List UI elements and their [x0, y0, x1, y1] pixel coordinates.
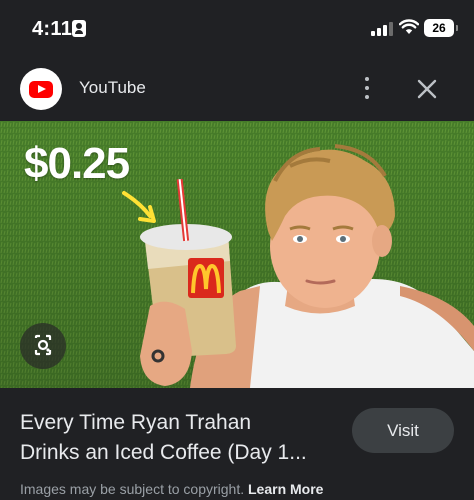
status-time: 4:11: [32, 18, 73, 40]
source-name[interactable]: YouTube: [79, 78, 146, 98]
youtube-play-icon: [29, 81, 53, 98]
preview-image[interactable]: $0.25: [0, 121, 474, 388]
copyright-notice: Images may be subject to copyright. Lear…: [20, 481, 323, 497]
battery-cap: [456, 25, 458, 31]
source-header: YouTube: [0, 58, 474, 120]
result-title-line-1: Every Time Ryan Trahan: [20, 411, 252, 434]
copyright-text: Images may be subject to copyright.: [20, 481, 245, 497]
result-title-line-2: Drinks an Iced Coffee (Day 1...: [20, 441, 307, 464]
battery-icon: 26: [424, 19, 454, 37]
result-title[interactable]: Every Time Ryan Trahan Drinks an Iced Co…: [20, 408, 340, 468]
learn-more-link[interactable]: Learn More: [248, 481, 323, 497]
google-lens-icon[interactable]: [20, 323, 66, 369]
status-bar: 4:11 26: [0, 0, 474, 58]
close-icon[interactable]: [414, 76, 440, 102]
person-badge-icon: [72, 20, 86, 37]
lens-glyph-icon: [34, 334, 52, 356]
price-overlay-text: $0.25: [24, 139, 130, 188]
cellular-signal-icon: [371, 22, 393, 36]
more-options-icon[interactable]: [360, 75, 374, 103]
youtube-logo-icon: [20, 68, 62, 110]
visit-button[interactable]: Visit: [352, 408, 454, 453]
wifi-icon: [399, 19, 419, 34]
